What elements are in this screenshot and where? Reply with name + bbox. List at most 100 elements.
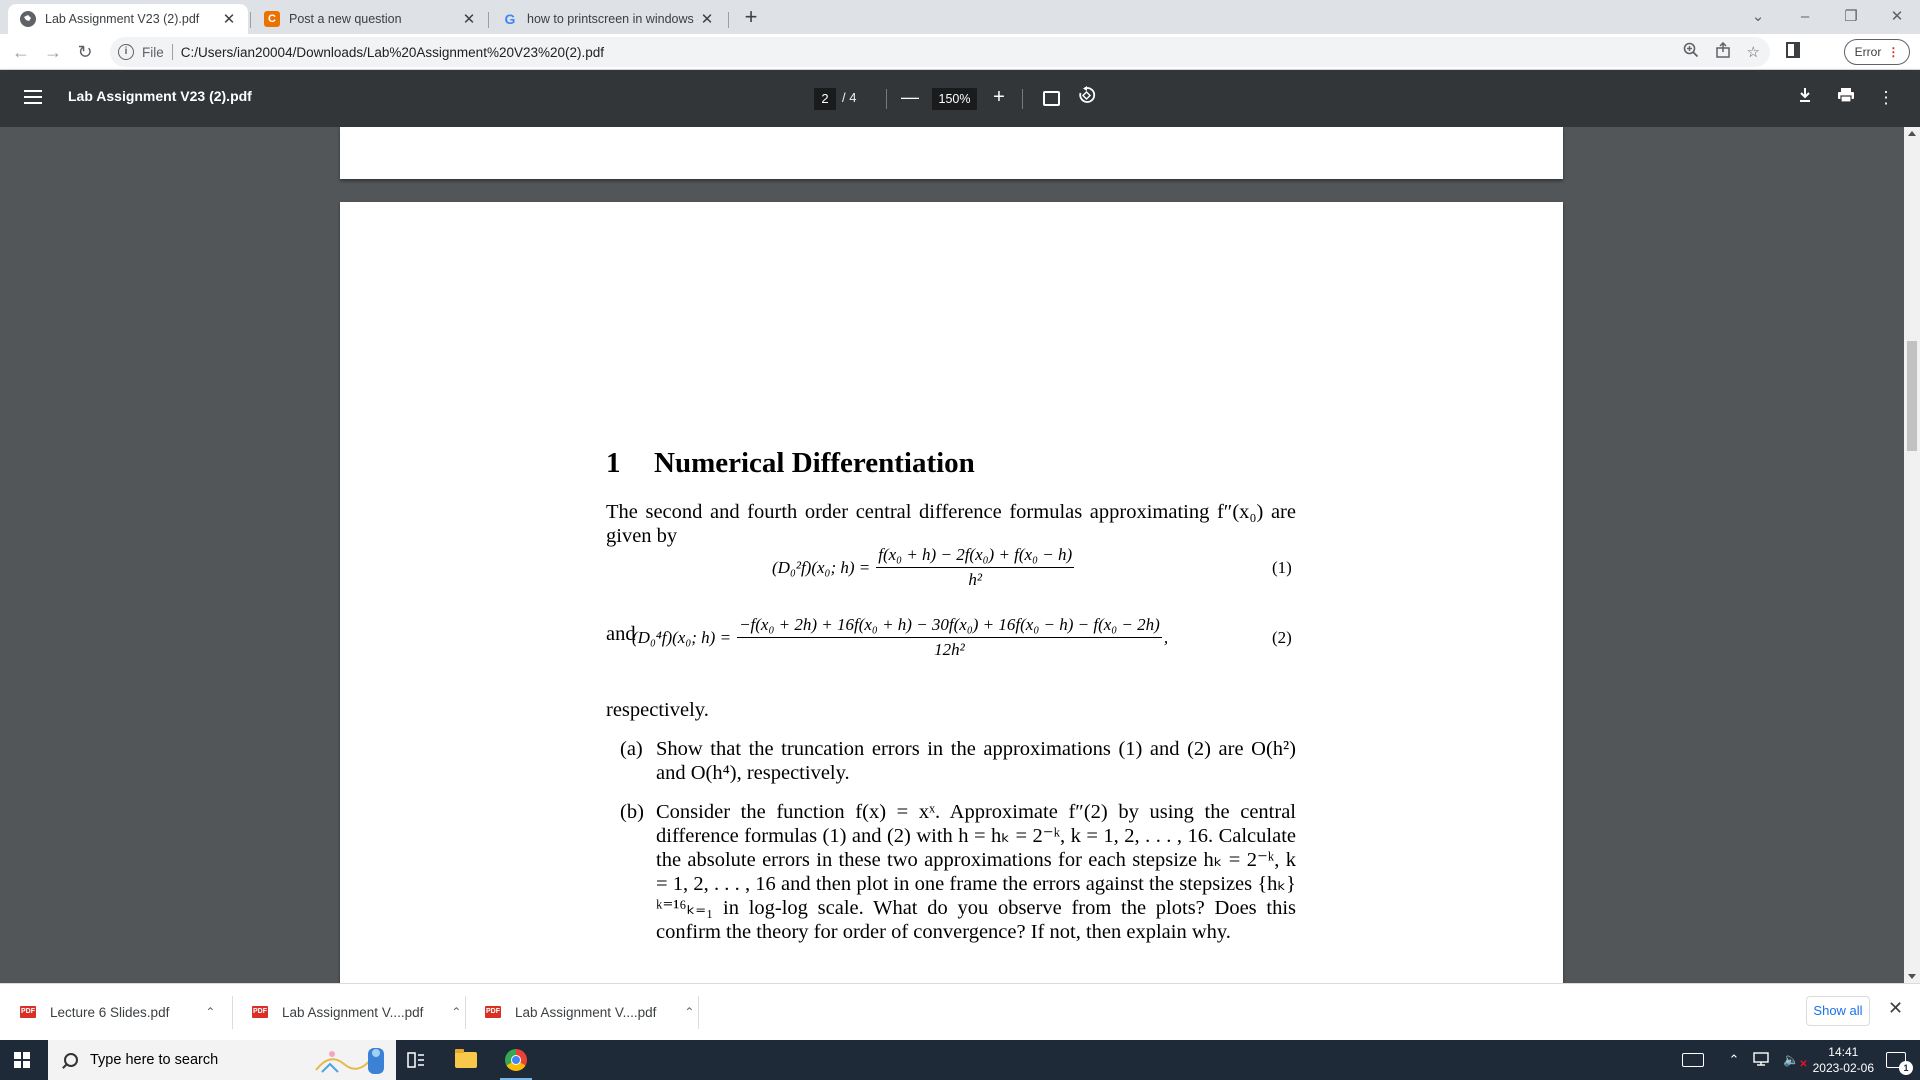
windows-taskbar: Type here to search ⌃ 🔈 ✕ 14:41 2023-02-0… — [0, 1040, 1920, 1080]
forward-button[interactable]: → — [40, 39, 66, 65]
profile-error-label: Error — [1854, 45, 1882, 59]
url-text[interactable]: C:/Users/ian20004/Downloads/Lab%20Assign… — [181, 45, 604, 60]
tab-divider — [488, 12, 489, 28]
reload-button[interactable]: ↻ — [72, 39, 98, 65]
zoom-in-button[interactable]: + — [989, 85, 1009, 109]
clock-time: 14:41 — [1828, 1045, 1859, 1059]
download-icon[interactable] — [1793, 86, 1817, 110]
zoom-icon[interactable] — [1683, 42, 1699, 62]
download-filename: Lab Assignment V....pdf — [282, 1004, 424, 1020]
clock-date: 2023-02-06 — [1812, 1061, 1874, 1075]
zoom-out-button[interactable]: — — [900, 86, 920, 110]
new-tab-button[interactable]: + — [738, 5, 764, 31]
equation-1: (D₀²f)(x₀; h) = f(x₀ + h) − 2f(x₀) + f(x… — [772, 545, 1075, 590]
pdf-icon: PDF — [20, 1006, 36, 1018]
chrome-taskbar-icon[interactable] — [498, 1046, 534, 1074]
pdf-toolbar: Lab Assignment V23 (2).pdf 2 / 4 — 150% … — [0, 70, 1920, 127]
chevron-up-icon[interactable]: ⌃ — [1729, 1052, 1740, 1068]
address-bar-actions: ☆ — [1683, 37, 1760, 67]
download-divider — [232, 996, 233, 1029]
task-view-button[interactable] — [398, 1046, 434, 1074]
chevron-up-icon[interactable]: ⌃ — [205, 1005, 215, 1019]
file-explorer-icon[interactable] — [448, 1046, 484, 1074]
tab-search-icon[interactable]: ⌄ — [1738, 4, 1778, 30]
scroll-up-icon[interactable] — [1908, 131, 1916, 136]
more-actions-icon[interactable]: ⋮ — [1874, 86, 1898, 110]
close-shelf-icon[interactable]: ✕ — [1888, 998, 1903, 1019]
browser-toolbar: ← → ↻ i File C:/Users/ian20004/Downloads… — [0, 34, 1920, 70]
volume-muted-icon[interactable]: 🔈 ✕ — [1783, 1052, 1807, 1070]
download-item[interactable]: PDF Lab Assignment V....pdf ⌃ — [252, 992, 461, 1032]
keyboard-icon[interactable] — [1681, 1053, 1704, 1067]
intro-paragraph: The second and fourth order central diff… — [606, 501, 1296, 547]
bookmark-star-icon[interactable]: ☆ — [1747, 43, 1760, 61]
page-number-input[interactable]: 2 — [814, 88, 836, 110]
close-tab-icon[interactable]: ✕ — [220, 10, 238, 28]
eq1-lhs: (D₀²f)(x₀; h) = — [772, 557, 871, 577]
pdf-page-2: 1 Numerical Differentiation The second an… — [340, 202, 1563, 983]
minimize-button[interactable]: – — [1785, 4, 1825, 30]
download-shelf: PDF Lecture 6 Slides.pdf ⌃ PDF Lab Assig… — [0, 983, 1920, 1040]
globe-icon — [20, 11, 36, 27]
close-window-button[interactable]: ✕ — [1877, 4, 1917, 30]
restore-button[interactable]: ❐ — [1831, 4, 1871, 30]
toolbar-divider — [1022, 89, 1023, 109]
search-placeholder: Type here to search — [90, 1052, 219, 1068]
respectively-text: respectively. — [606, 699, 709, 721]
chevron-up-icon[interactable]: ⌃ — [451, 1005, 461, 1019]
windows-start-icon[interactable] — [14, 1052, 30, 1068]
taskbar-search[interactable]: Type here to search — [48, 1040, 396, 1080]
zoom-level-input[interactable]: 150% — [932, 88, 977, 110]
eq1-denominator: h² — [968, 570, 982, 589]
download-item[interactable]: PDF Lecture 6 Slides.pdf ⌃ — [20, 992, 215, 1032]
info-icon[interactable]: i — [118, 44, 134, 60]
tab-title: Lab Assignment V23 (2).pdf — [45, 12, 200, 26]
question-item-a: (a) Show that the truncation errors in t… — [620, 737, 1296, 785]
section-number: 1 — [606, 447, 621, 479]
tab-printscreen-search[interactable]: G how to printscreen in windows - ✕ — [490, 4, 726, 34]
eq1-numerator: f(x₀ + h) − 2f(x₀) + f(x₀ − h) — [876, 545, 1075, 568]
previous-page — [340, 127, 1563, 179]
close-tab-icon[interactable]: ✕ — [460, 10, 478, 28]
item-text: Consider the function f(x) = xˣ. Approxi… — [656, 801, 1296, 943]
address-divider — [171, 44, 173, 60]
tab-title: Post a new question — [289, 12, 402, 26]
section-title: Numerical Differentiation — [654, 447, 975, 479]
back-button[interactable]: ← — [8, 39, 34, 65]
clock[interactable]: 14:41 2023-02-06 — [1813, 1044, 1874, 1076]
profile-error-button[interactable]: Error ⋮ — [1844, 39, 1910, 65]
scroll-down-icon[interactable] — [1908, 974, 1916, 979]
section-heading: 1 Numerical Differentiation — [606, 447, 975, 480]
network-icon[interactable] — [1753, 1051, 1770, 1069]
search-highlight-illustration — [315, 1048, 384, 1074]
tab-post-question[interactable]: C Post a new question ✕ — [252, 4, 488, 34]
fit-to-page-icon[interactable] — [1043, 91, 1060, 106]
side-panel-icon[interactable] — [1786, 42, 1800, 58]
more-menu-icon: ⋮ — [1887, 45, 1900, 59]
print-icon[interactable] — [1834, 86, 1858, 110]
tab-lab-assignment[interactable]: Lab Assignment V23 (2).pdf ✕ — [8, 4, 248, 34]
scrollbar-thumb[interactable] — [1907, 341, 1917, 451]
equation-2-number: (2) — [1272, 628, 1292, 647]
notification-center-icon[interactable]: 1 — [1886, 1052, 1913, 1075]
question-item-b: (b) Consider the function f(x) = xˣ. App… — [620, 800, 1296, 944]
menu-icon[interactable] — [24, 90, 42, 104]
download-divider — [465, 996, 466, 1029]
search-icon — [64, 1053, 78, 1067]
tab-divider — [728, 12, 729, 28]
address-bar[interactable]: i File C:/Users/ian20004/Downloads/Lab%2… — [110, 37, 1770, 67]
item-text: Show that the truncation errors in the a… — [656, 738, 1296, 784]
notification-badge: 1 — [1899, 1061, 1913, 1075]
download-item[interactable]: PDF Lab Assignment V....pdf ⌃ — [485, 992, 694, 1032]
share-icon[interactable] — [1715, 41, 1731, 62]
chevron-up-icon[interactable]: ⌃ — [684, 1005, 694, 1019]
rotate-icon[interactable] — [1075, 86, 1099, 110]
close-tab-icon[interactable]: ✕ — [698, 10, 716, 28]
toolbar-divider — [886, 89, 887, 109]
show-all-downloads-button[interactable]: Show all — [1806, 996, 1870, 1026]
tab-strip: Lab Assignment V23 (2).pdf ✕ C Post a ne… — [0, 0, 1920, 34]
vertical-scrollbar[interactable] — [1904, 127, 1920, 983]
download-filename: Lab Assignment V....pdf — [515, 1004, 657, 1020]
pdf-icon: PDF — [485, 1006, 501, 1018]
pdf-viewport[interactable]: 1 Numerical Differentiation The second an… — [0, 127, 1904, 983]
